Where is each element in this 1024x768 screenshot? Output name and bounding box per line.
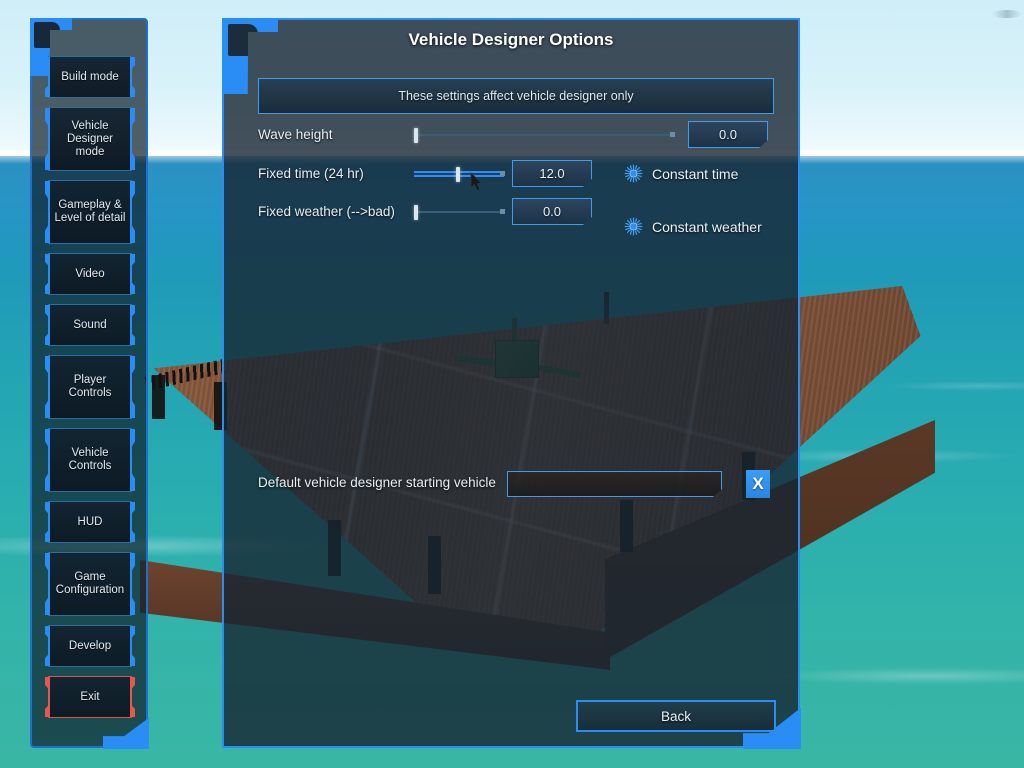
setting-slider[interactable] — [414, 120, 675, 150]
checkbox-label: Constant weather — [652, 218, 762, 235]
distant-cloud — [992, 10, 1022, 18]
slider-thumb[interactable] — [414, 205, 418, 220]
clear-default-vehicle-button[interactable]: X — [746, 470, 770, 498]
default-vehicle-label: Default vehicle designer starting vehicl… — [258, 475, 496, 490]
sidebar-item-label: Develop — [68, 639, 112, 652]
sidebar-item-label: Video — [75, 267, 105, 280]
starburst-icon — [624, 164, 643, 183]
setting-row: Fixed weather (-->bad) 0.0 Constant weath… — [224, 197, 798, 236]
sidebar-item-label: Vehicle Designer mode — [66, 119, 114, 158]
sidebar-item-exit[interactable]: Exit — [48, 676, 132, 718]
back-button[interactable]: Back — [576, 700, 776, 732]
sidebar-item-build-mode[interactable]: Build mode — [48, 56, 132, 98]
slider-end-cap — [500, 209, 505, 214]
setting-label: Wave height — [258, 127, 333, 142]
sidebar-item-develop[interactable]: Develop — [48, 625, 132, 667]
sidebar-item-game-configuration[interactable]: Game Configuration — [48, 552, 132, 616]
starburst-icon — [624, 217, 643, 236]
sidebar-item-label: Player Controls — [68, 374, 112, 399]
sidebar-item-hud[interactable]: HUD — [48, 501, 132, 543]
slider-track — [414, 211, 504, 213]
slider-track — [414, 134, 674, 136]
sidebar-item-gameplay-level-of-detail[interactable]: Gameplay & Level of detail — [48, 180, 132, 244]
sidebar-item-sound[interactable]: Sound — [48, 304, 132, 346]
slider-thumb[interactable] — [414, 128, 418, 143]
sidebar-item-label: HUD — [77, 515, 103, 528]
slider-end-cap — [500, 171, 505, 176]
slider-end-cap — [670, 132, 675, 137]
sidebar-item-label: Exit — [80, 690, 100, 703]
setting-row: Wave height 0.0 — [224, 120, 798, 150]
sidebar-item-video[interactable]: Video — [48, 253, 132, 295]
dock-piling — [152, 375, 165, 419]
setting-label: Fixed weather (-->bad) — [258, 204, 395, 219]
sidebar-menu-list: Build mode Vehicle Designer mode Gameplay … — [48, 56, 132, 727]
sidebar-item-label: Game Configuration — [55, 571, 125, 596]
sidebar-item-label: Gameplay & Level of detail — [54, 199, 126, 224]
setting-value-box[interactable]: 12.0 — [512, 160, 592, 187]
sidebar-item-player-controls[interactable]: Player Controls — [48, 355, 132, 419]
settings-category-sidebar: Build mode Vehicle Designer mode Gameplay … — [30, 18, 149, 749]
sidebar-item-vehicle-designer-mode[interactable]: Vehicle Designer mode — [48, 107, 132, 171]
checkbox-label: Constant time — [652, 165, 739, 182]
setting-value-box[interactable]: 0.0 — [512, 198, 592, 225]
setting-checkbox[interactable]: Constant weather — [624, 217, 762, 236]
sidebar-item-label: Vehicle Controls — [68, 447, 112, 472]
setting-label: Fixed time (24 hr) — [258, 166, 364, 181]
vehicle-designer-options-panel: Vehicle Designer Options These settings … — [222, 18, 801, 749]
default-vehicle-input[interactable] — [507, 471, 722, 497]
setting-checkbox[interactable]: Constant time — [624, 164, 738, 183]
setting-row: Fixed time (24 hr) 12.0 Constant time — [224, 159, 798, 189]
slider-thumb[interactable] — [456, 167, 460, 182]
sidebar-item-label: Sound — [73, 318, 107, 331]
sidebar-corner-inner — [34, 22, 60, 48]
sidebar-item-vehicle-controls[interactable]: Vehicle Controls — [48, 428, 132, 492]
setting-slider[interactable] — [414, 197, 505, 227]
panel-subtitle-banner: These settings affect vehicle designer o… — [258, 78, 774, 114]
panel-title: Vehicle Designer Options — [408, 30, 614, 49]
setting-value-box[interactable]: 0.0 — [688, 121, 768, 148]
sidebar-item-label: Build mode — [61, 70, 119, 83]
setting-slider[interactable] — [414, 159, 505, 189]
